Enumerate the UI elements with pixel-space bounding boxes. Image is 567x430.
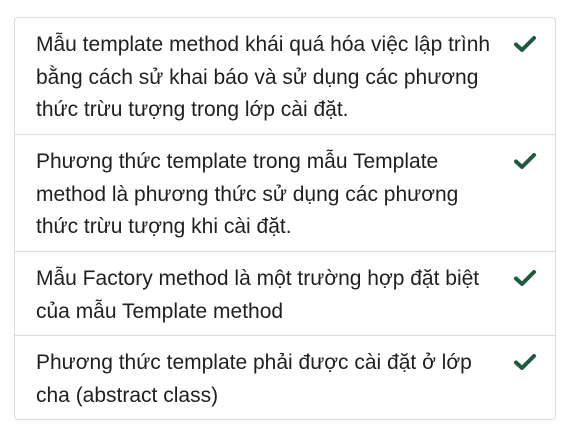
answer-item[interactable]: Phương thức template trong mẫu Template …: [15, 135, 555, 252]
answer-item[interactable]: Mẫu template method khái quá hóa việc lậ…: [15, 18, 555, 135]
answer-item[interactable]: Mẫu Factory method là một trường hợp đặt…: [15, 252, 555, 336]
answer-text: Mẫu Factory method là một trường hợp đặt…: [36, 267, 480, 323]
answer-text: Mẫu template method khái quá hóa việc lậ…: [36, 33, 491, 121]
answer-item[interactable]: Phương thức template phải được cài đặt ở…: [15, 336, 555, 419]
check-icon: [514, 353, 536, 371]
answer-text: Phương thức template phải được cài đặt ở…: [36, 351, 472, 407]
check-icon: [514, 35, 536, 53]
answer-list: Mẫu template method khái quá hóa việc lậ…: [14, 17, 556, 420]
check-icon: [514, 269, 536, 287]
check-icon: [514, 152, 536, 170]
answer-text: Phương thức template trong mẫu Template …: [36, 150, 459, 238]
